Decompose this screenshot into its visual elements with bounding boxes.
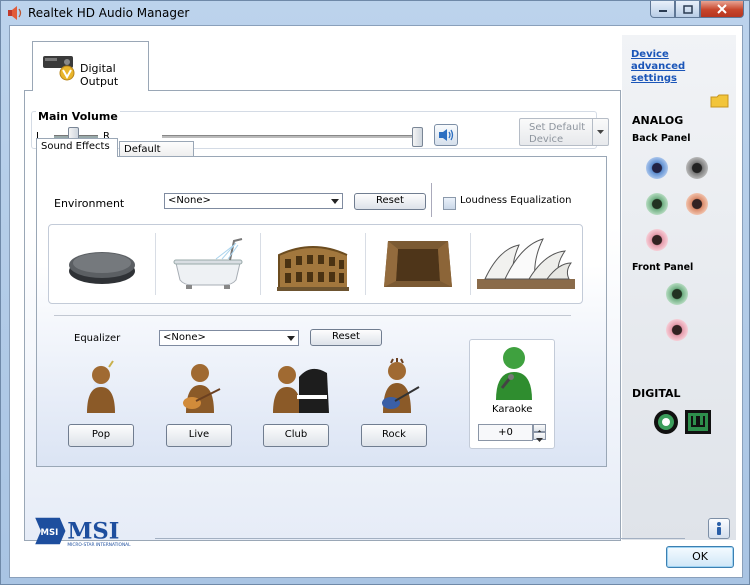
loudness-equalization-checkbox[interactable] <box>443 197 456 210</box>
equalizer-select[interactable]: <None> <box>159 330 299 346</box>
chevron-down-icon <box>597 130 604 134</box>
front-panel-label: Front Panel <box>632 262 694 273</box>
back-panel-green-jack[interactable] <box>646 193 668 215</box>
msi-logo: MSI MSI MICRO-STAR INTERNATIONAL <box>35 517 131 548</box>
maximize-icon <box>682 4 693 14</box>
sound-effects-panel: Environment <None> Reset Loudness Equali… <box>36 156 607 467</box>
tab-sound-effects[interactable]: Sound Effects <box>36 138 118 157</box>
environment-selected: <None> <box>168 195 211 206</box>
window-title: Realtek HD Audio Manager <box>28 6 190 20</box>
set-default-device-button[interactable]: Set Default Device <box>519 118 609 146</box>
set-default-dropdown[interactable] <box>592 119 608 145</box>
tab-digital-output[interactable]: Digital Output <box>32 41 149 91</box>
pop-singer-icon[interactable] <box>71 357 131 417</box>
set-default-device-label: Set Default Device <box>529 122 586 145</box>
loudness-equalization-label: Loudness Equalization <box>460 195 572 206</box>
maximize-button[interactable] <box>675 1 700 18</box>
guitarist-icon[interactable] <box>170 357 230 417</box>
env-preset-4[interactable] <box>366 225 470 303</box>
eq-preset-rock-button[interactable]: Rock <box>361 424 427 447</box>
equalizer-selected: <None> <box>163 332 206 343</box>
divider <box>155 538 685 539</box>
device-advanced-settings-link[interactable]: Device advanced settings <box>631 49 721 85</box>
close-button[interactable] <box>700 1 744 18</box>
folder-icon[interactable] <box>710 93 730 109</box>
divider <box>54 315 571 316</box>
volume-slider-track[interactable] <box>162 135 422 138</box>
analog-title: ANALOG <box>632 114 684 127</box>
svg-text:MICRO-STAR INTERNATIONAL: MICRO-STAR INTERNATIONAL <box>67 542 131 548</box>
back-panel-pink-jack[interactable] <box>646 229 668 251</box>
optical-jack-icon[interactable] <box>684 409 712 435</box>
app-window: Realtek HD Audio Manager Digital Output <box>0 0 750 585</box>
karaoke-panel: Karaoke +0 <box>469 339 555 449</box>
environment-presets <box>48 224 583 304</box>
digital-title: DIGITAL <box>632 387 681 400</box>
karaoke-up-button[interactable] <box>533 424 546 434</box>
tab-digital-output-label: Digital Output <box>80 62 119 88</box>
front-panel-pink-jack[interactable] <box>666 319 688 341</box>
back-panel-label: Back Panel <box>632 133 691 144</box>
equalizer-reset-button[interactable]: Reset <box>310 329 382 346</box>
back-panel-blue-jack[interactable] <box>646 157 668 179</box>
env-preset-2[interactable] <box>156 225 260 303</box>
digital-output-device-icon <box>43 56 75 81</box>
pianist-icon[interactable] <box>267 357 331 417</box>
speaker-icon <box>8 6 22 20</box>
equalizer-label: Equalizer <box>74 333 121 344</box>
connector-panel: Device advanced settings ANALOG Back Pan… <box>622 35 736 540</box>
minimize-icon <box>658 10 667 12</box>
stone-room-icon <box>384 241 452 287</box>
speaker-volume-icon <box>439 129 454 141</box>
environment-reset-button[interactable]: Reset <box>354 193 426 210</box>
bathtub-icon <box>173 238 243 289</box>
divider <box>431 183 432 217</box>
volume-slider-thumb[interactable] <box>412 127 423 147</box>
colosseum-icon <box>277 246 349 291</box>
title-bar[interactable]: Realtek HD Audio Manager <box>1 1 749 25</box>
back-panel-orange-jack[interactable] <box>686 193 708 215</box>
chevron-down-icon <box>331 199 339 204</box>
minimize-button[interactable] <box>650 1 675 18</box>
mute-button[interactable] <box>434 124 458 146</box>
karaoke-singer-icon[interactable] <box>488 342 538 402</box>
back-panel-grey-jack[interactable] <box>686 157 708 179</box>
eq-preset-pop-button[interactable]: Pop <box>68 424 134 447</box>
environment-select[interactable]: <None> <box>164 193 343 209</box>
opera-house-icon <box>477 238 575 289</box>
eq-preset-live-button[interactable]: Live <box>166 424 232 447</box>
env-preset-1[interactable] <box>49 225 155 303</box>
chevron-down-icon <box>287 336 295 341</box>
info-button[interactable] <box>708 518 730 539</box>
env-preset-5[interactable] <box>471 225 581 303</box>
eq-preset-club-button[interactable]: Club <box>263 424 329 447</box>
karaoke-value[interactable]: +0 <box>478 424 533 441</box>
main-panel: Digital Output Main Volume L R Set Defau… <box>24 33 621 541</box>
karaoke-down-button[interactable] <box>533 432 546 442</box>
front-panel-green-jack[interactable] <box>666 283 688 305</box>
env-preset-3[interactable] <box>261 225 365 303</box>
client-area: Digital Output Main Volume L R Set Defau… <box>9 25 743 578</box>
stone-disc-icon <box>69 252 135 284</box>
coaxial-jack-icon[interactable] <box>652 409 680 435</box>
svg-text:MSI: MSI <box>41 528 59 538</box>
environment-label: Environment <box>54 197 125 210</box>
karaoke-label: Karaoke <box>492 404 533 415</box>
close-icon <box>717 4 727 14</box>
chevron-down-icon <box>536 438 543 442</box>
rock-guitarist-icon[interactable] <box>367 357 427 417</box>
main-volume-title: Main Volume <box>36 110 120 123</box>
svg-text:MSI: MSI <box>67 519 119 545</box>
info-icon <box>717 522 721 535</box>
ok-button[interactable]: OK <box>666 546 734 568</box>
